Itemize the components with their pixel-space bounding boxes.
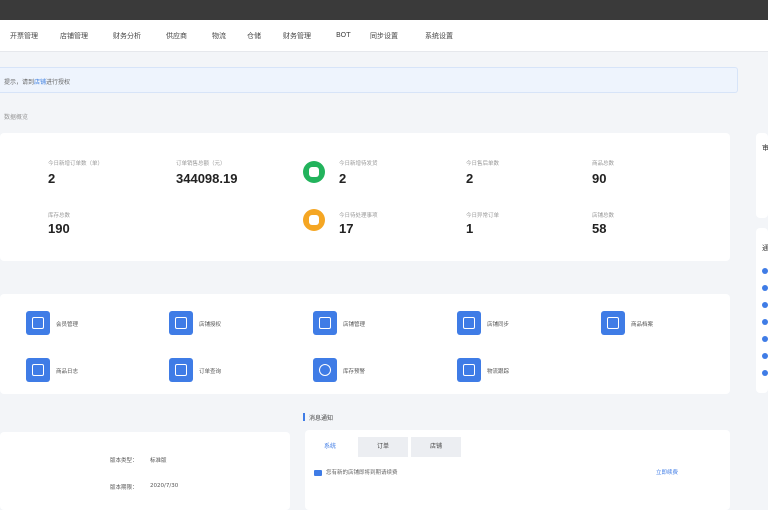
section-caption: 数据概览: [4, 114, 29, 121]
stat-label: 今日待处理事项: [339, 213, 378, 219]
product-log-icon: [26, 358, 50, 382]
list-bullet-icon: [762, 302, 768, 308]
notice-link[interactable]: 店铺: [34, 79, 46, 86]
messages-title: 消息通知: [309, 415, 334, 422]
stat-value: 344098.19: [176, 171, 238, 186]
stat-value: 2: [466, 171, 474, 186]
list-bullet-icon: [762, 370, 768, 376]
nav-item-3[interactable]: 财务分析: [113, 31, 141, 41]
stat-label: 今日新增待发货: [339, 161, 378, 167]
stat-label: 今日异常订单: [466, 213, 500, 219]
quick-link-label: 会员管理: [56, 322, 79, 328]
nav-item-7[interactable]: 财务管理: [283, 31, 311, 41]
renew-link[interactable]: 立即续费: [656, 468, 678, 476]
stat-label: 今日售后单数: [466, 161, 500, 167]
stock-alert-icon: [313, 358, 337, 382]
nav-item-2[interactable]: 店铺管理: [60, 31, 88, 41]
nav-item-6[interactable]: 仓储: [247, 31, 261, 41]
quick-link-label: 物流跟踪: [487, 369, 510, 375]
account-info-card: 版本类型： 标准版 版本期限： 2020/7/30: [0, 432, 290, 510]
product-file-icon: [601, 311, 625, 335]
panel-title-bar: [303, 413, 305, 421]
quick-link-label: 店铺授权: [199, 322, 222, 328]
expire-label: 版本期限：: [110, 485, 138, 491]
nav-item-4[interactable]: 供应商: [166, 31, 187, 41]
quick-link-label: 商品日志: [56, 369, 79, 375]
list-bullet-icon: [762, 319, 768, 325]
list-bullet-icon: [762, 268, 768, 274]
nav-item-10[interactable]: 系统设置: [425, 31, 453, 41]
nav-item-1[interactable]: 开票管理: [10, 31, 38, 41]
stat-value: 58: [592, 221, 607, 236]
message-item[interactable]: 您有新的店铺即将到期请续费: [314, 468, 398, 476]
stat-value: 17: [339, 221, 354, 236]
mail-icon: [314, 469, 322, 476]
stat-label: 商品总数: [592, 161, 615, 167]
stat-label: 今日新增订单数（单）: [48, 161, 104, 167]
stat-value: 90: [592, 171, 607, 186]
order-query-icon: [169, 358, 193, 382]
stat-label: 店铺总数: [592, 213, 615, 219]
quick-link-label: 店铺管理: [343, 322, 366, 328]
member-icon: [26, 311, 50, 335]
notice-text-before: 提示，请到: [4, 79, 35, 86]
tab-orders[interactable]: 订单: [358, 437, 408, 457]
quick-link-label: 订单查询: [199, 369, 222, 375]
shop-auth-icon: [169, 311, 193, 335]
notice-banner: 提示，请到店铺进行授权: [0, 67, 738, 93]
notice-text-after: 进行授权: [46, 79, 71, 86]
nav-item-8[interactable]: BOT: [336, 31, 350, 39]
stats-card: 今日新增订单数（单） 2 订单销售总额（元） 344098.19 今日新增待发货…: [0, 133, 730, 261]
list-bullet-icon: [762, 353, 768, 359]
quick-link-label: 商品档案: [631, 322, 654, 328]
quick-link-label: 店铺同步: [487, 322, 510, 328]
version-value: 标准版: [150, 458, 167, 464]
tab-shops[interactable]: 店铺: [411, 437, 461, 457]
message-text: 您有新的店铺即将到期请续费: [326, 470, 398, 476]
quick-link-label: 库存预警: [343, 369, 366, 375]
shop-manage-icon: [313, 311, 337, 335]
stat-value: 2: [339, 171, 347, 186]
list-bullet-icon: [762, 336, 768, 342]
stat-label: 订单销售总额（元）: [176, 161, 226, 167]
list-bullet-icon: [762, 285, 768, 291]
top-nav: 开票管理 店铺管理 财务分析 供应商 物流 仓储 财务管理 BOT 同步设置 系…: [0, 20, 768, 52]
right-panel-title-a: 审: [762, 144, 768, 152]
expire-value: 2020/7/30: [150, 483, 179, 489]
stat-value: 2: [48, 171, 56, 186]
nav-item-9[interactable]: 同步设置: [370, 31, 398, 41]
task-icon: [303, 209, 325, 231]
truck-icon: [457, 358, 481, 382]
window-title-bar: [0, 0, 768, 20]
version-label: 版本类型：: [110, 458, 138, 464]
notice-text: 提示，请到店铺进行授权: [4, 77, 70, 86]
tab-system[interactable]: 系统: [305, 437, 355, 457]
order-icon: [303, 161, 325, 183]
stat-value: 1: [466, 221, 474, 236]
stat-value: 190: [48, 221, 70, 236]
shop-sync-icon: [457, 311, 481, 335]
right-panel-title-b: 通: [762, 244, 768, 252]
stat-label: 库存总数: [48, 213, 71, 219]
nav-item-5[interactable]: 物流: [212, 31, 226, 41]
quick-links-card: 会员管理 店铺授权 店铺管理 店铺同步 商品档案 商品日志 订单查询 库存预警 …: [0, 294, 730, 394]
